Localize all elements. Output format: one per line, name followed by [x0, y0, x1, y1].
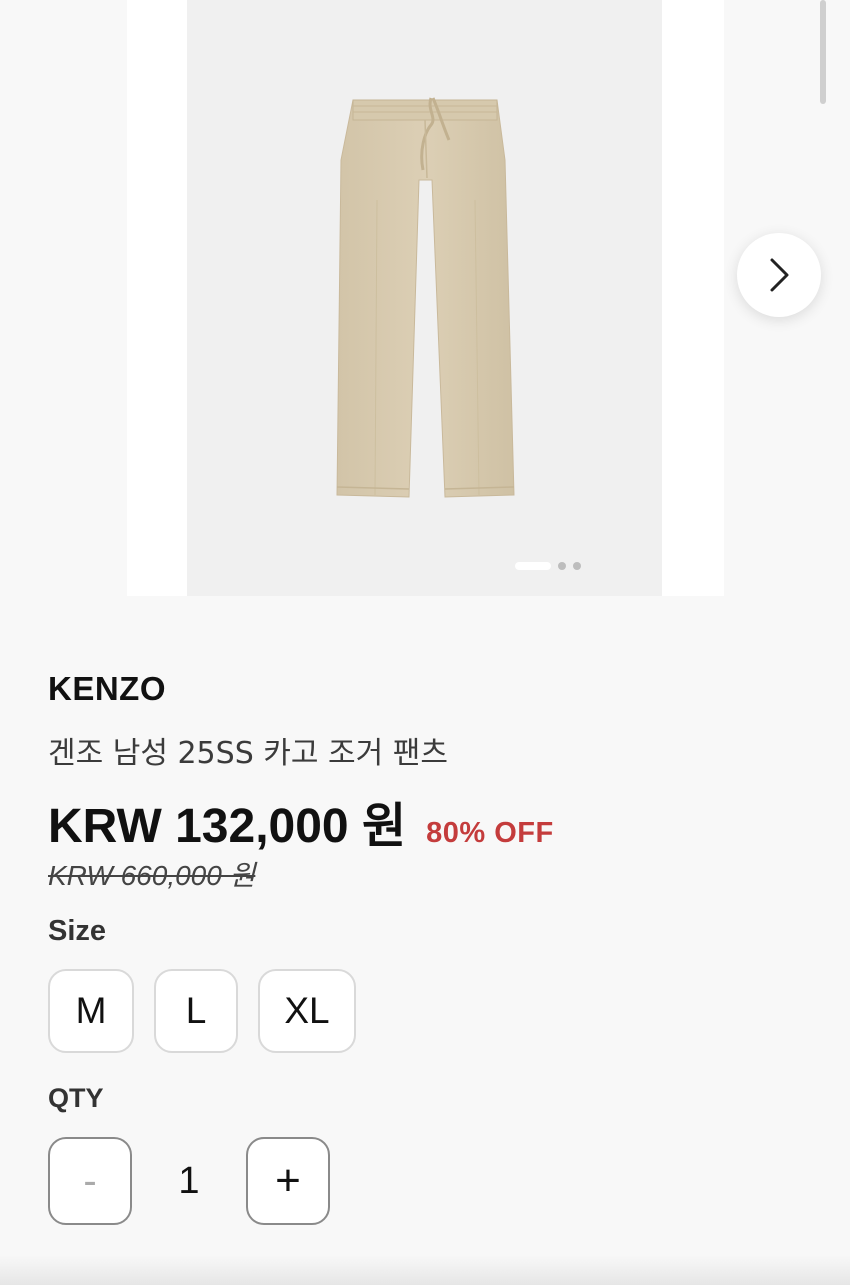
- quantity-value[interactable]: 1: [132, 1160, 246, 1203]
- carousel-next-button[interactable]: [737, 233, 821, 317]
- brand-name[interactable]: KENZO: [48, 670, 166, 708]
- original-price: KRW 660,000 원: [48, 860, 256, 891]
- size-option-l[interactable]: L: [154, 969, 238, 1053]
- size-label: Size: [48, 915, 107, 947]
- carousel-dot[interactable]: [558, 562, 566, 570]
- product-title: 겐조 남성 25SS 카고 조거 팬츠: [48, 736, 448, 771]
- size-option-xl[interactable]: XL: [258, 969, 356, 1053]
- sale-price: KRW 132,000 원: [48, 800, 407, 853]
- quantity-label: QTY: [48, 1083, 104, 1113]
- bottom-shadow: [0, 1255, 850, 1285]
- carousel-pagination: [515, 562, 581, 570]
- size-options: M L XL: [48, 969, 356, 1053]
- increase-quantity-button[interactable]: +: [246, 1137, 330, 1225]
- carousel-dot[interactable]: [573, 562, 581, 570]
- chevron-right-icon: [770, 258, 789, 292]
- product-image-carousel[interactable]: [0, 0, 850, 600]
- product-photo[interactable]: [187, 0, 662, 596]
- carousel-dot-active[interactable]: [515, 562, 551, 570]
- scrollbar[interactable]: [820, 0, 826, 104]
- decrease-quantity-button[interactable]: -: [48, 1137, 132, 1225]
- size-option-m[interactable]: M: [48, 969, 134, 1053]
- price-row: KRW 132,000 원 80% OFF: [48, 786, 554, 856]
- quantity-stepper: - 1 +: [48, 1137, 330, 1225]
- jogger-pants-image: [336, 97, 515, 498]
- discount-badge: 80% OFF: [426, 817, 554, 849]
- carousel-slide: [127, 0, 724, 596]
- product-detail-page: KENZO 겐조 남성 25SS 카고 조거 팬츠 KRW 132,000 원 …: [0, 0, 850, 1285]
